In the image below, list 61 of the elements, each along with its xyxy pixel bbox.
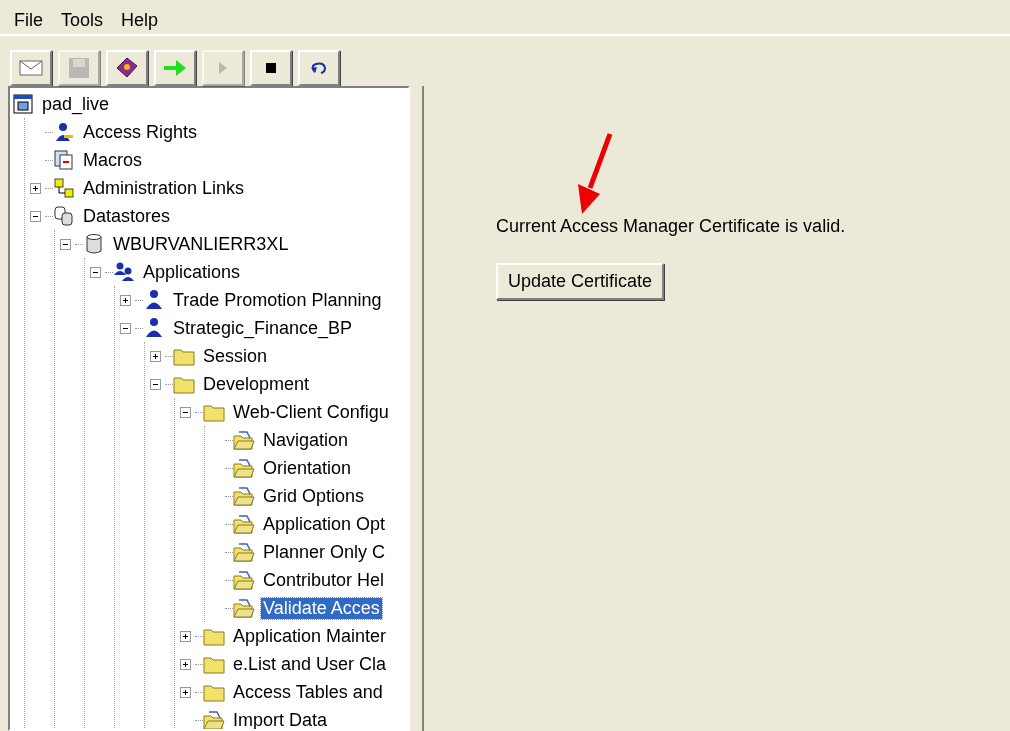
tree-item[interactable]: Access Rights (81, 121, 200, 143)
menu-item[interactable]: Help (115, 8, 165, 34)
open-folder-icon (233, 513, 255, 535)
tree-item[interactable]: Orientation (261, 457, 354, 479)
tree-item[interactable]: Planner Only C (261, 541, 388, 563)
open-folder-icon (233, 457, 255, 479)
open-folder-icon (203, 709, 225, 729)
people-icon (113, 261, 135, 283)
tree-item[interactable]: Web-Client Configu (231, 401, 391, 423)
tree-item[interactable]: Macros (81, 149, 144, 171)
open-folder-icon (233, 597, 255, 619)
tree-item[interactable]: Applications (141, 261, 243, 283)
database-group-icon (53, 205, 75, 227)
document-icon (53, 149, 75, 171)
tree-item[interactable]: Import Data (231, 709, 330, 729)
tree-item[interactable]: Access Tables and (231, 681, 385, 703)
status-message: Current Access Manager Certificate is valid. (496, 216, 846, 237)
collapse-toggle[interactable] (59, 238, 71, 250)
tree-item[interactable]: Validate Acces (261, 597, 382, 619)
toolbar-button[interactable] (106, 50, 148, 86)
database-icon (83, 233, 105, 255)
tree-item[interactable]: Session (201, 345, 270, 367)
open-folder-icon (233, 541, 255, 563)
expand-toggle[interactable] (29, 182, 41, 194)
expand-toggle[interactable] (119, 294, 131, 306)
expand-toggle[interactable] (149, 350, 161, 362)
expand-toggle[interactable] (179, 686, 191, 698)
open-folder-icon (233, 429, 255, 451)
tree-item[interactable]: Contributor Hel (261, 569, 387, 591)
tree-item[interactable]: Strategic_Finance_BP (171, 317, 355, 339)
update-certificate-button[interactable]: Update Certificate (496, 263, 665, 300)
tree-item[interactable]: Application Mainter (231, 625, 389, 647)
window-icon (12, 93, 34, 115)
menu-item[interactable]: File (8, 8, 49, 34)
tree-item[interactable]: WBURVANLIERR3XL (111, 233, 291, 255)
play-icon (219, 62, 227, 74)
tree-item[interactable]: Application Opt (261, 513, 388, 535)
tree-item[interactable]: e.List and User Cla (231, 653, 389, 675)
expand-toggle[interactable] (179, 658, 191, 670)
toolbar-button[interactable] (250, 50, 292, 86)
person-icon (143, 289, 165, 311)
tree-item[interactable]: Navigation (261, 429, 351, 451)
linked-squares-icon (53, 177, 75, 199)
tree-item[interactable]: Trade Promotion Planning (171, 289, 384, 311)
person-icon (143, 317, 165, 339)
expand-toggle[interactable] (179, 630, 191, 642)
collapse-toggle[interactable] (89, 266, 101, 278)
toolbar-button[interactable] (298, 50, 340, 86)
open-folder-icon (233, 485, 255, 507)
tree-item[interactable]: pad_live (40, 93, 112, 115)
collapse-toggle[interactable] (179, 406, 191, 418)
collapse-toggle[interactable] (149, 378, 161, 390)
tree-item[interactable]: Datastores (81, 205, 173, 227)
collapse-toggle[interactable] (119, 322, 131, 334)
open-folder-icon (233, 569, 255, 591)
person-key-icon (53, 121, 75, 143)
menu-item[interactable]: Tools (55, 8, 110, 34)
tree-item[interactable]: Grid Options (261, 485, 367, 507)
tree-item[interactable]: Development (201, 373, 312, 395)
collapse-toggle[interactable] (29, 210, 41, 222)
tree-item[interactable]: Administration Links (81, 177, 247, 199)
